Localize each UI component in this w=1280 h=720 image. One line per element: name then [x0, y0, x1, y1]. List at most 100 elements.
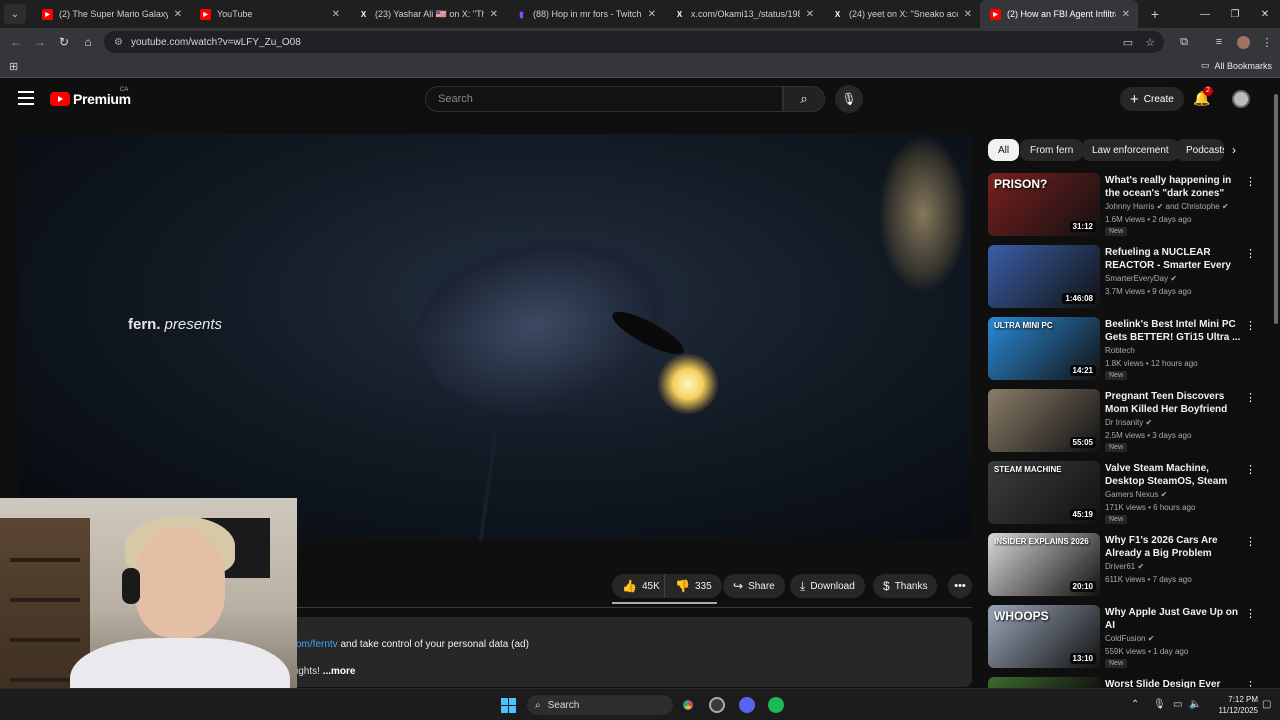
- apps-grid-icon[interactable]: ⊞: [9, 60, 18, 73]
- browser-menu-icon[interactable]: ⋮: [1257, 32, 1277, 52]
- filter-chip[interactable]: Law enforcement: [1082, 139, 1179, 161]
- video-thumbnail[interactable]: INSIDER EXPLAINS 2026 20:10: [988, 533, 1100, 596]
- browser-tab[interactable]: ▶ YouTube ✕: [190, 0, 348, 28]
- channel-name[interactable]: Driver61 ✔: [1105, 562, 1144, 571]
- video-menu-icon[interactable]: ⋮: [1245, 391, 1256, 404]
- video-player[interactable]: fern. presents: [18, 134, 971, 540]
- home-icon[interactable]: ⌂: [76, 30, 100, 54]
- recommended-video[interactable]: WHOOPS 13:10 Why Apple Just Gave Up on AI C…: [988, 605, 1260, 669]
- video-thumbnail[interactable]: 55:05: [988, 389, 1100, 452]
- video-menu-icon[interactable]: ⋮: [1245, 463, 1256, 476]
- browser-tab[interactable]: Xx.com/Okami13_/status/19886 ✕: [664, 0, 822, 28]
- search-input[interactable]: Search: [425, 86, 783, 112]
- show-more-link[interactable]: ...more: [323, 666, 356, 677]
- video-title[interactable]: Valve Steam Machine, Desktop SteamOS, St…: [1105, 462, 1245, 488]
- create-button[interactable]: + Create: [1120, 87, 1184, 111]
- channel-name[interactable]: ColdFusion ✔: [1105, 634, 1154, 643]
- chevron-right-icon[interactable]: ›: [1232, 143, 1236, 157]
- video-thumbnail[interactable]: ULTRA MINI PC 14:21: [988, 317, 1100, 380]
- taskbar-clock[interactable]: 7:12 PM 11/12/2025: [1214, 694, 1258, 716]
- recommended-video[interactable]: 55:05 Pregnant Teen Discovers Mom Killed …: [988, 389, 1260, 453]
- network-icon[interactable]: ▭: [1173, 699, 1182, 710]
- channel-name[interactable]: SmarterEveryDay ✔: [1105, 274, 1177, 283]
- youtube-premium-logo[interactable]: Premium CA: [50, 87, 131, 107]
- browser-tab[interactable]: X (24) yeet on X: "Sneako accuse ✕: [822, 0, 980, 28]
- taskbar-search[interactable]: ⌕ Search: [527, 695, 673, 715]
- discord-icon[interactable]: [739, 697, 755, 713]
- close-tab-icon[interactable]: ✕: [648, 9, 656, 20]
- microphone-tray-icon[interactable]: 🎙: [1153, 699, 1166, 710]
- thanks-button[interactable]: $ Thanks: [873, 574, 938, 598]
- reload-icon[interactable]: ↻: [52, 30, 76, 54]
- video-menu-icon[interactable]: ⋮: [1245, 247, 1256, 260]
- recommended-video[interactable]: PRISON? 31:12 What's really happening in t…: [988, 173, 1260, 237]
- minimize-icon[interactable]: —: [1190, 0, 1220, 28]
- close-tab-icon[interactable]: ✕: [174, 9, 182, 20]
- dislike-button[interactable]: 👎 335: [664, 574, 722, 598]
- channel-name[interactable]: Gamers Nexus ✔: [1105, 490, 1167, 499]
- tab-search-dropdown-icon[interactable]: ⌄: [4, 4, 26, 24]
- close-tab-icon[interactable]: ✕: [1122, 9, 1130, 20]
- channel-name[interactable]: Robtech: [1105, 346, 1135, 355]
- hamburger-menu-icon[interactable]: [18, 91, 34, 105]
- video-title[interactable]: Why Apple Just Gave Up on AI: [1105, 606, 1245, 632]
- filter-chip[interactable]: From fern: [1020, 139, 1084, 161]
- video-thumbnail[interactable]: WHOOPS 13:10: [988, 605, 1100, 668]
- close-tab-icon[interactable]: ✕: [806, 9, 814, 20]
- all-bookmarks-button[interactable]: ▭ All Bookmarks: [1201, 60, 1272, 71]
- new-tab-button[interactable]: +: [1144, 6, 1166, 22]
- video-thumbnail[interactable]: STEAM MACHINE 45:19: [988, 461, 1100, 524]
- like-button[interactable]: 👍 45K: [612, 574, 668, 598]
- forward-arrow-icon[interactable]: →: [28, 30, 52, 54]
- bookmark-star-icon[interactable]: ☆: [1140, 32, 1160, 52]
- video-menu-icon[interactable]: ⋮: [1245, 535, 1256, 548]
- video-menu-icon[interactable]: ⋮: [1245, 319, 1256, 332]
- video-title[interactable]: What's really happening in the ocean's "…: [1105, 174, 1245, 200]
- profile-avatar-icon[interactable]: [1233, 32, 1253, 52]
- filter-chip[interactable]: All: [988, 139, 1020, 161]
- scrollbar-thumb[interactable]: [1274, 94, 1278, 324]
- notification-center-icon[interactable]: ▢: [1262, 699, 1271, 710]
- video-title[interactable]: Beelink's Best Intel Mini PC Gets BETTER…: [1105, 318, 1245, 344]
- recommended-video[interactable]: INSIDER EXPLAINS 2026 20:10 Why F1's 2026 …: [988, 533, 1260, 597]
- filter-chip[interactable]: Podcasts: [1176, 139, 1224, 161]
- video-title[interactable]: Refueling a NUCLEAR REACTOR - Smarter Ev…: [1105, 246, 1245, 272]
- search-button[interactable]: ⌕: [783, 86, 825, 112]
- video-menu-icon[interactable]: ⋮: [1245, 175, 1256, 188]
- video-thumbnail[interactable]: 1:46:08: [988, 245, 1100, 308]
- browser-tab[interactable]: ▮ (88) Hop in mr fors - Twitch ✕: [506, 0, 664, 28]
- windows-start-icon[interactable]: [501, 698, 516, 713]
- tray-chevron-icon[interactable]: ⌃: [1131, 699, 1139, 710]
- recommended-video[interactable]: ULTRA MINI PC 14:21 Beelink's Best Intel M…: [988, 317, 1260, 381]
- browser-tab[interactable]: X (23) Yashar Ali 🇺🇸 on X: "The e ✕: [348, 0, 506, 28]
- voice-search-button[interactable]: 🎙: [835, 85, 863, 113]
- video-menu-icon[interactable]: ⋮: [1245, 607, 1256, 620]
- notifications-button[interactable]: 🔔 2: [1193, 86, 1213, 107]
- video-title[interactable]: Pregnant Teen Discovers Mom Killed Her B…: [1105, 390, 1245, 416]
- extensions-icon[interactable]: ⧉: [1174, 32, 1194, 52]
- back-arrow-icon[interactable]: ←: [4, 30, 28, 54]
- download-button[interactable]: ⤓ Download: [790, 574, 865, 598]
- video-title[interactable]: Why F1's 2026 Cars Are Already a Big Pro…: [1105, 534, 1245, 560]
- obs-icon[interactable]: [709, 697, 725, 713]
- recommended-video[interactable]: STEAM MACHINE 45:19 Valve Steam Machine, D…: [988, 461, 1260, 525]
- close-window-icon[interactable]: ✕: [1250, 0, 1280, 28]
- site-info-icon[interactable]: ⚙: [114, 37, 123, 48]
- chrome-icon[interactable]: [680, 697, 696, 713]
- channel-name[interactable]: Dr Insanity ✔: [1105, 418, 1152, 427]
- browser-tab[interactable]: ▶ (2) How an FBI Agent Infiltrate ✕: [980, 0, 1138, 28]
- reading-list-icon[interactable]: ≡: [1209, 32, 1229, 52]
- cast-icon[interactable]: ▭: [1118, 32, 1138, 52]
- video-description[interactable]: om/ferntv and take control of your perso…: [296, 617, 972, 687]
- close-tab-icon[interactable]: ✕: [332, 9, 340, 20]
- recommended-video[interactable]: 1:46:08 Refueling a NUCLEAR REACTOR - Sma…: [988, 245, 1260, 309]
- share-button[interactable]: ↪ Share: [723, 574, 785, 598]
- address-bar[interactable]: ⚙ youtube.com/watch?v=wLFY_Zu_O08: [104, 31, 1164, 53]
- spotify-icon[interactable]: [768, 697, 784, 713]
- account-avatar[interactable]: [1232, 90, 1250, 108]
- volume-icon[interactable]: 🔈: [1189, 699, 1201, 710]
- restore-icon[interactable]: ❐: [1220, 0, 1250, 28]
- channel-name[interactable]: Johnny Harris ✔ and Christophe ✔: [1105, 202, 1229, 211]
- more-actions-icon[interactable]: •••: [948, 574, 972, 598]
- browser-tab[interactable]: ▶ (2) The Super Mario Galaxy Mo ✕: [32, 0, 190, 28]
